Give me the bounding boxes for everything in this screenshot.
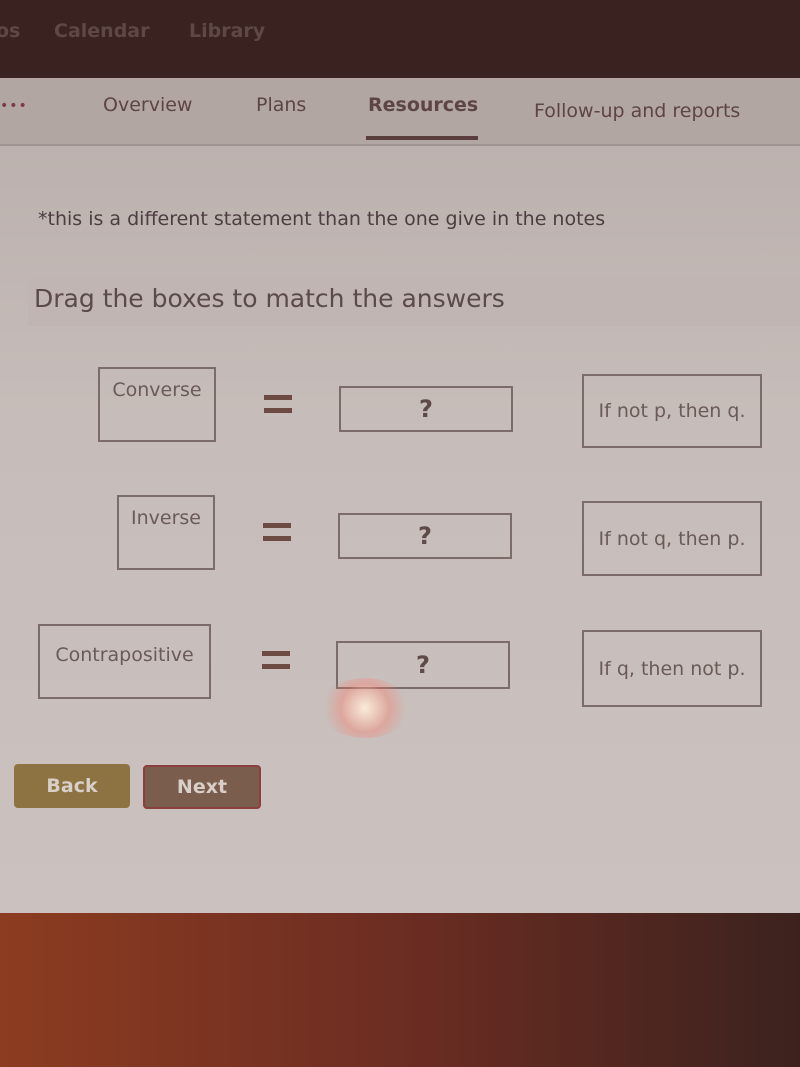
more-icon[interactable]: •••	[0, 98, 28, 114]
equals-sign	[263, 523, 291, 541]
tab-overview[interactable]: Overview	[103, 94, 192, 116]
nav-item-calendar[interactable]: Calendar	[54, 20, 149, 42]
term-box-inverse: Inverse	[117, 495, 215, 570]
drop-placeholder: ?	[419, 395, 433, 423]
tab-follow-up-and-reports[interactable]: Follow-up and reports	[534, 100, 740, 122]
answer-tile-3[interactable]: If q, then not p.	[582, 630, 762, 707]
answer-tile-1[interactable]: If not p, then q.	[582, 374, 762, 448]
question-prompt: Drag the boxes to match the answers	[34, 284, 505, 313]
drop-zone-converse[interactable]: ?	[339, 386, 513, 432]
tab-resources[interactable]: Resources	[368, 94, 478, 116]
nav-item-library[interactable]: Library	[189, 20, 265, 42]
answer-tile-2[interactable]: If not q, then p.	[582, 501, 762, 576]
tabs-bar: ••• Overview Plans Resources Follow-up a…	[0, 78, 800, 146]
next-button[interactable]: Next	[143, 765, 261, 809]
nav-item-truncated[interactable]: os	[0, 20, 20, 42]
tab-plans[interactable]: Plans	[256, 94, 306, 116]
term-box-contrapositive: Contrapositive	[38, 624, 211, 699]
term-label: Inverse	[131, 506, 201, 529]
term-box-converse: Converse	[98, 367, 216, 442]
drop-zone-inverse[interactable]: ?	[338, 513, 512, 559]
answer-label: If q, then not p.	[598, 657, 746, 680]
monitor-bezel	[0, 913, 800, 1067]
drop-placeholder: ?	[416, 651, 430, 679]
answer-label: If not p, then q.	[598, 400, 746, 422]
screen-glare	[320, 678, 410, 738]
drop-placeholder: ?	[418, 522, 432, 550]
back-button[interactable]: Back	[14, 764, 130, 808]
equals-sign	[264, 395, 292, 413]
term-label: Contrapositive	[55, 643, 194, 666]
note-text: *this is a different statement than the …	[38, 208, 606, 230]
answer-label: If not q, then p.	[598, 527, 746, 550]
active-tab-indicator	[366, 136, 478, 140]
top-navigation: os Calendar Library	[0, 0, 800, 78]
equals-sign	[262, 651, 290, 669]
term-label: Converse	[112, 378, 202, 401]
